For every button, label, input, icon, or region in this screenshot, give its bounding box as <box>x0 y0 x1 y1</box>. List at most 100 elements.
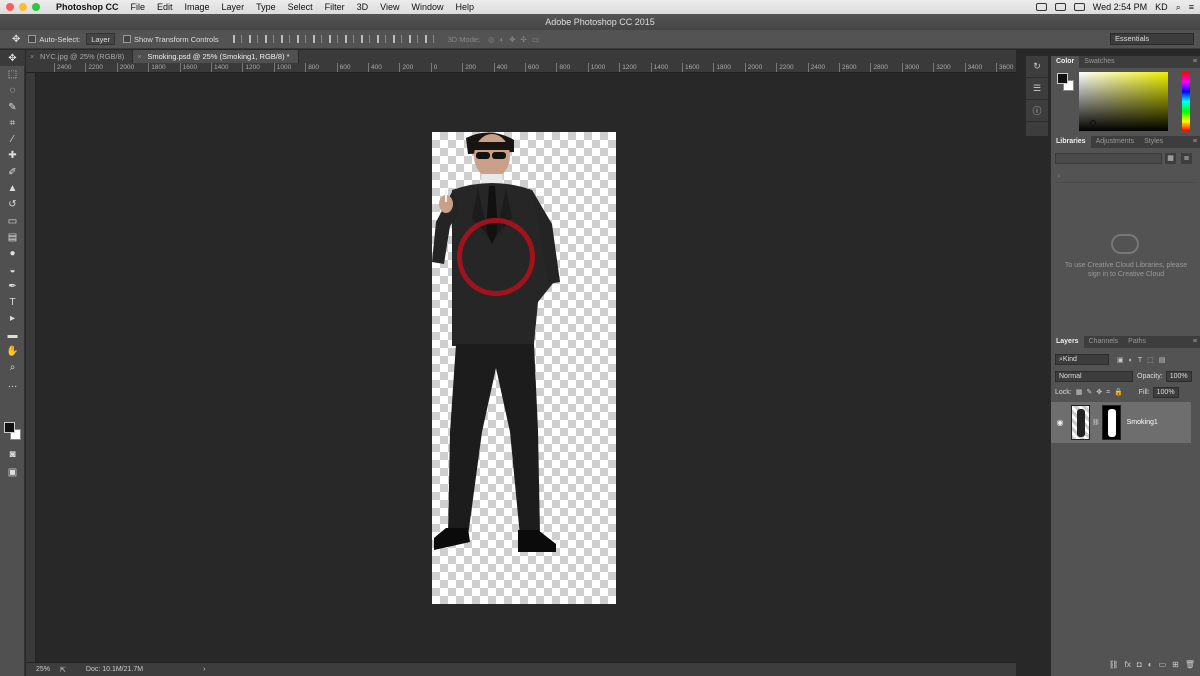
panel-menu-icon[interactable]: ≡ <box>1193 336 1197 348</box>
mask-link-icon[interactable]: ⛓ <box>1092 419 1100 426</box>
layer-row-smoking1[interactable]: ◉ ⛓ Smoking1 <box>1051 402 1191 443</box>
close-tab-icon[interactable]: × <box>137 50 141 63</box>
menu-edit[interactable]: Edit <box>151 2 179 12</box>
tab-styles[interactable]: Styles <box>1139 136 1168 148</box>
layer-name[interactable]: Smoking1 <box>1127 419 1158 426</box>
eraser-tool-icon[interactable]: ▭ <box>0 213 25 229</box>
fill-field[interactable]: 100% <box>1152 387 1179 398</box>
align-hcenter-icon[interactable] <box>296 35 306 43</box>
menu-select[interactable]: Select <box>282 2 319 12</box>
delete-layer-icon[interactable]: 🗑 <box>1185 660 1195 669</box>
tab-paths[interactable]: Paths <box>1123 336 1151 348</box>
tab-color[interactable]: Color <box>1051 56 1080 68</box>
show-transform-checkbox[interactable] <box>123 35 132 43</box>
vertical-ruler[interactable] <box>26 73 36 663</box>
healing-tool-icon[interactable]: ✚ <box>0 148 25 164</box>
marquee-tool-icon[interactable]: ⬚ <box>0 66 25 82</box>
menu-3d[interactable]: 3D <box>351 2 375 12</box>
screen-icon[interactable] <box>1035 3 1047 11</box>
opacity-field[interactable]: 100% <box>1165 371 1192 382</box>
tab-libraries[interactable]: Libraries <box>1051 136 1091 148</box>
layer-thumbnail[interactable] <box>1071 405 1090 440</box>
blur-tool-icon[interactable]: ● <box>0 246 25 262</box>
new-layer-icon[interactable]: ⊞ <box>1172 660 1179 669</box>
link-layers-icon[interactable]: ⛓ <box>1109 660 1119 669</box>
library-dropdown[interactable] <box>1055 153 1162 164</box>
list-view-icon[interactable]: ≣ <box>1181 153 1192 164</box>
tab-adjustments[interactable]: Adjustments <box>1091 136 1140 148</box>
align-bottom-icon[interactable] <box>264 35 274 43</box>
foreground-color-swatch[interactable] <box>1057 73 1068 84</box>
maximize-window-icon[interactable] <box>32 3 40 11</box>
add-mask-icon[interactable]: ◘ <box>1137 660 1142 669</box>
lock-icons[interactable]: ▦✎✥⌗🔒 <box>1076 388 1127 397</box>
gradient-tool-icon[interactable]: ▤ <box>0 229 25 245</box>
foreground-color-swatch[interactable] <box>4 422 15 433</box>
auto-align-icon[interactable] <box>424 35 434 43</box>
align-left-icon[interactable] <box>280 35 290 43</box>
lasso-tool-icon[interactable]: ◌ <box>0 83 25 99</box>
align-top-icon[interactable] <box>232 35 242 43</box>
layer-mask-thumbnail[interactable] <box>1101 405 1121 440</box>
fx-icon[interactable]: fx <box>1125 660 1131 669</box>
visibility-eye-icon[interactable]: ◉ <box>1051 418 1069 427</box>
move-tool-icon[interactable]: ✥ <box>0 50 25 67</box>
pen-tool-icon[interactable]: ✒ <box>0 278 25 294</box>
grid-view-icon[interactable]: ▦ <box>1165 153 1176 164</box>
panel-menu-icon[interactable]: ≡ <box>1193 56 1197 68</box>
new-group-icon[interactable]: ▭ <box>1159 660 1167 669</box>
panel-menu-icon[interactable]: ≡ <box>1193 136 1197 148</box>
close-tab-icon[interactable]: × <box>30 50 34 63</box>
menu-window[interactable]: Window <box>405 2 449 12</box>
stamp-tool-icon[interactable]: ▲ <box>0 180 25 196</box>
layer-filter-icons[interactable]: ▣◐T⬚▤ <box>1117 356 1170 364</box>
type-tool-icon[interactable]: T <box>0 294 25 310</box>
user-initials[interactable]: KD <box>1155 2 1168 12</box>
fg-bg-color-swatch[interactable] <box>4 422 22 442</box>
more-tools-icon[interactable]: … <box>0 376 25 392</box>
auto-select-dropdown[interactable]: Layer <box>86 33 116 45</box>
hand-tool-icon[interactable]: ✋ <box>0 343 25 359</box>
tab-layers[interactable]: Layers <box>1051 336 1084 348</box>
move-tool-preset-icon[interactable]: ✥ <box>12 34 20 45</box>
auto-select-checkbox[interactable] <box>28 35 37 43</box>
distribute-bottom-icon[interactable] <box>360 35 370 43</box>
brush-tool-icon[interactable]: ✐ <box>0 164 25 180</box>
color-picker-field[interactable] <box>1079 72 1168 131</box>
eyedropper-tool-icon[interactable]: ⁄ <box>0 131 25 147</box>
wifi-icon[interactable] <box>1073 3 1085 11</box>
menu-app-name[interactable]: Photoshop CC <box>50 2 125 12</box>
status-export-icon[interactable]: ⇱ <box>60 666 66 674</box>
crop-tool-icon[interactable]: ⌗ <box>0 115 25 131</box>
dropbox-icon[interactable] <box>1054 3 1066 11</box>
distribute-top-icon[interactable] <box>328 35 338 43</box>
doc-size[interactable]: Doc: 10.1M/21.7M <box>86 666 143 673</box>
blend-mode-dropdown[interactable]: Normal <box>1055 371 1133 382</box>
library-search[interactable]: ⌕ <box>1055 171 1195 183</box>
zoom-tool-icon[interactable]: ⌕ <box>0 360 25 376</box>
color-panel-swatches[interactable] <box>1057 73 1075 93</box>
align-vcenter-icon[interactable] <box>248 35 258 43</box>
tab-channels[interactable]: Channels <box>1084 336 1124 348</box>
tab-swatches[interactable]: Swatches <box>1079 56 1119 68</box>
zoom-level[interactable]: 25% <box>26 666 60 673</box>
3d-mode-icons[interactable]: ◎◐✥✣▭ <box>488 35 544 44</box>
shape-tool-icon[interactable]: ▬ <box>0 327 25 343</box>
path-select-tool-icon[interactable]: ▸ <box>0 311 25 327</box>
menu-layer[interactable]: Layer <box>216 2 251 12</box>
canvas-area[interactable] <box>37 73 1016 662</box>
minimize-window-icon[interactable] <box>19 3 27 11</box>
close-window-icon[interactable] <box>6 3 14 11</box>
hue-slider[interactable] <box>1182 72 1190 131</box>
dodge-tool-icon[interactable]: ◒ <box>0 262 25 278</box>
properties-panel-icon[interactable]: ☰ <box>1026 78 1048 100</box>
clock[interactable]: Wed 2:54 PM <box>1093 2 1147 12</box>
menu-help[interactable]: Help <box>449 2 480 12</box>
screen-mode-icon[interactable]: ▣ <box>0 464 25 480</box>
align-right-icon[interactable] <box>312 35 322 43</box>
history-brush-tool-icon[interactable]: ↺ <box>0 197 25 213</box>
layer-kind-filter[interactable]: ⌕Kind <box>1055 354 1109 365</box>
info-panel-icon[interactable]: ⓘ <box>1026 100 1048 122</box>
workspace-switcher[interactable]: Essentials <box>1110 33 1194 45</box>
distribute-vcenter-icon[interactable] <box>344 35 354 43</box>
